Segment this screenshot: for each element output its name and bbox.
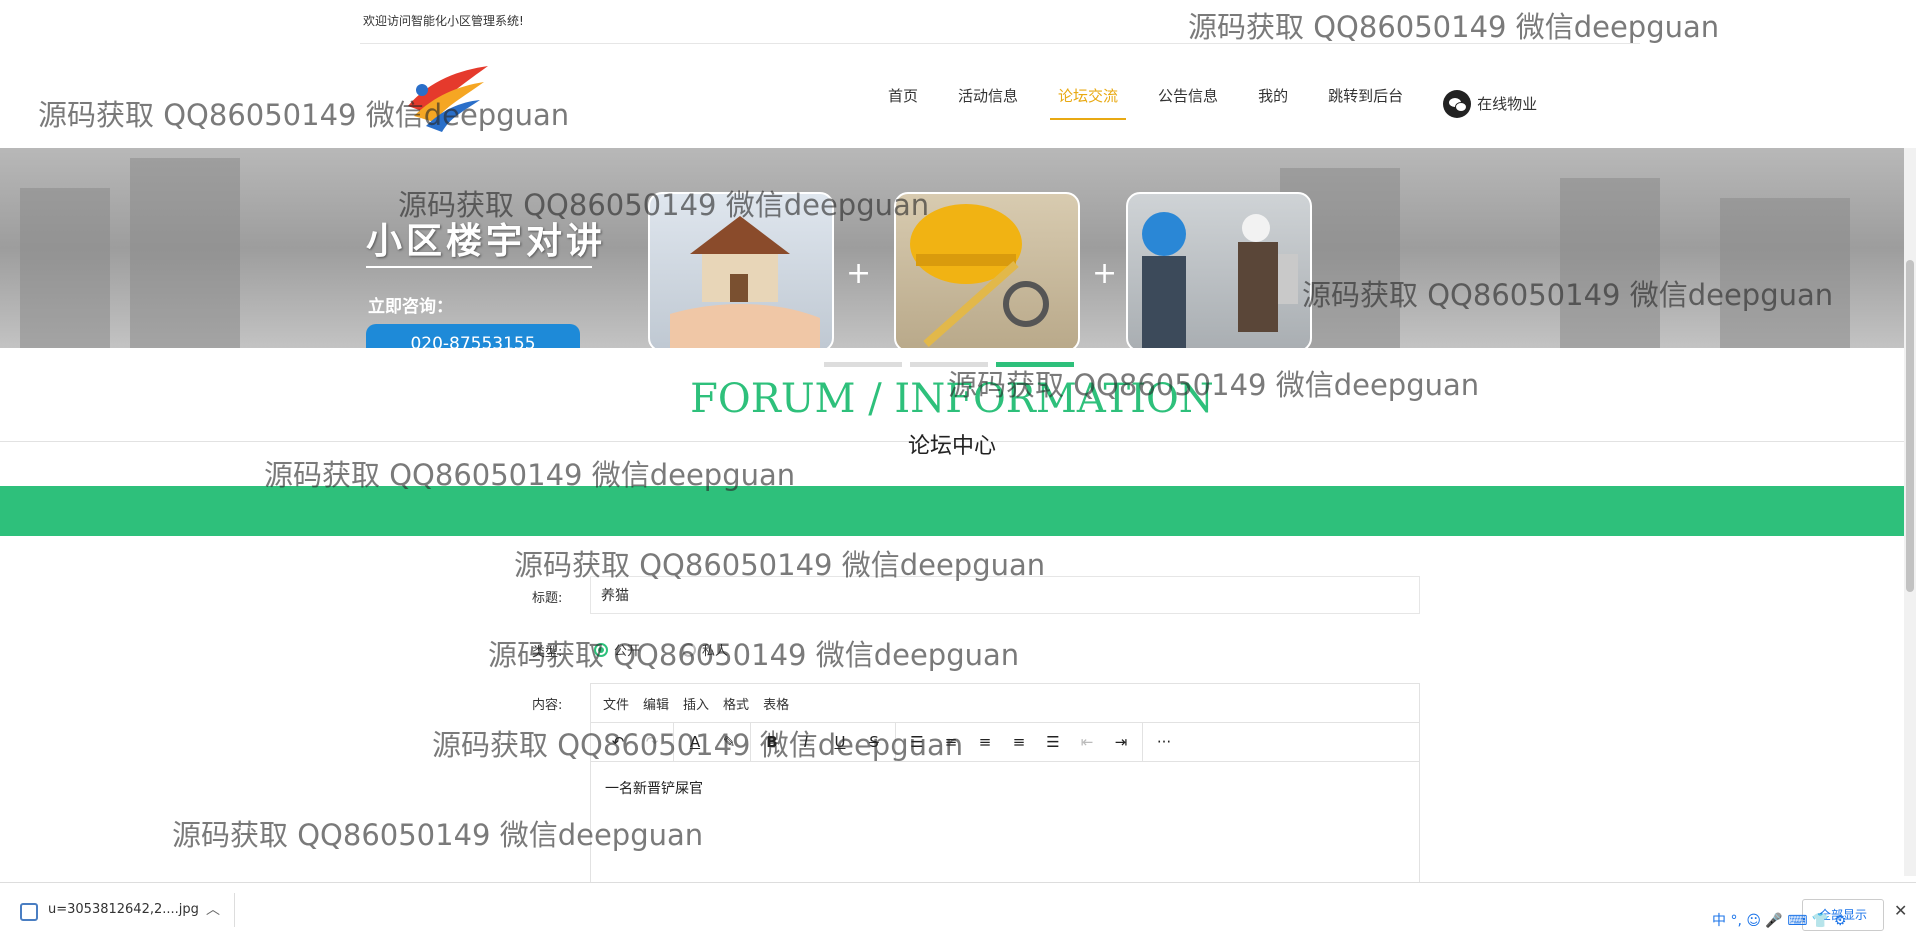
main-nav: 首页 活动信息 论坛交流 公告信息 我的 跳转到后台 在线物业 [868, 84, 1557, 124]
type-private-label: 私人 [702, 644, 729, 659]
welcome-text: 欢迎访问智能化小区管理系统! [363, 14, 524, 28]
banner-house-image [648, 192, 834, 348]
banner-phone: 020-87553155 [366, 324, 580, 348]
banner-divider [366, 266, 592, 268]
divider [234, 893, 235, 927]
nav-home[interactable]: 首页 [868, 84, 938, 124]
banner-consult-label: 立即咨询： [368, 297, 453, 317]
scrollbar-thumb[interactable] [1906, 260, 1914, 592]
menu-table[interactable]: 表格 [763, 694, 789, 713]
underline-icon[interactable]: U [823, 733, 857, 751]
radio-unchecked-icon [682, 642, 696, 657]
banner-building-shape [130, 158, 240, 348]
toolbar-separator [1142, 723, 1143, 761]
nav-notice[interactable]: 公告信息 [1138, 84, 1238, 124]
title-label: 标题: [532, 591, 563, 606]
section-green-bar [0, 486, 1904, 536]
download-bar: u=3053812642,2....jpg ︿ 全部显示 ✕ [0, 882, 1916, 937]
banner-worker-image [1126, 192, 1312, 348]
image-file-icon [20, 903, 38, 921]
title-input[interactable] [590, 576, 1420, 614]
strikethrough-icon[interactable]: S [857, 733, 891, 751]
toolbar-separator [895, 723, 896, 761]
carousel-dot-active[interactable] [996, 362, 1074, 367]
banner-carousel[interactable]: 小区楼宇对讲 立即咨询： 020-87553155 + + [0, 148, 1904, 348]
type-private-radio[interactable]: 私人 [682, 640, 728, 659]
menu-edit[interactable]: 编辑 [643, 694, 669, 713]
top-bar: 欢迎访问智能化小区管理系统! [360, 0, 1640, 44]
site-logo[interactable] [400, 60, 492, 140]
download-filename[interactable]: u=3053812642,2....jpg [48, 902, 199, 917]
wechat-icon [1443, 90, 1472, 118]
nav-mine[interactable]: 我的 [1238, 84, 1308, 124]
nav-activity[interactable]: 活动信息 [938, 84, 1038, 124]
forum-title-zh: 论坛中心 [907, 434, 996, 459]
banner-building-shape [1560, 178, 1660, 348]
toolbar-separator [750, 723, 751, 761]
banner-title: 小区楼宇对讲 [366, 221, 607, 262]
italic-icon[interactable]: I [789, 733, 823, 751]
house-hand-image [670, 216, 820, 348]
carousel-dot[interactable] [824, 362, 902, 367]
watermark-text: 源码获取 QQ86050149 微信deepguan [488, 638, 1020, 672]
nav-forum[interactable]: 论坛交流 [1038, 84, 1138, 124]
banner-tools-image [894, 192, 1080, 348]
editor-toolbar: ↶ ↷ A ✎ B I U S ☰ ≡ ≡ ≡ ☰ ⇤ ⇥ ··· [591, 723, 1419, 762]
close-icon[interactable]: ✕ [1894, 901, 1907, 920]
redo-icon[interactable]: ↷ [635, 733, 669, 751]
align-left-icon[interactable]: ≡ [934, 733, 968, 751]
editor-content[interactable]: 一名新晋铲屎官 [591, 762, 1419, 814]
highlight-icon[interactable]: ✎ [712, 733, 746, 751]
type-public-radio[interactable]: 公开 [594, 640, 640, 659]
helmet-tools-image [910, 204, 1049, 347]
banner-building-shape [1720, 198, 1850, 348]
bold-icon[interactable]: B [755, 733, 789, 751]
page-scrollbar[interactable] [1904, 148, 1916, 876]
indent-icon[interactable]: ⇥ [1104, 733, 1138, 751]
menu-file[interactable]: 文件 [603, 694, 629, 713]
toolbar-separator [673, 723, 674, 761]
chevron-up-icon[interactable]: ︿ [206, 899, 220, 919]
type-label: 类型: [532, 645, 563, 660]
site-header: 首页 活动信息 论坛交流 公告信息 我的 跳转到后台 在线物业 [0, 44, 1904, 148]
menu-format[interactable]: 格式 [723, 694, 749, 713]
worker-image [1142, 212, 1298, 348]
ime-toolbar[interactable]: 中 °, ☺ 🎤 ⌨ 👕 ⚙ [1712, 910, 1846, 930]
outdent-icon[interactable]: ⇤ [1070, 733, 1104, 751]
logo-icon [408, 66, 488, 132]
banner-building-shape [20, 188, 110, 348]
align-center-icon[interactable]: ≡ [968, 733, 1002, 751]
align-right-icon[interactable]: ≡ [1002, 733, 1036, 751]
carousel-dot[interactable] [910, 362, 988, 367]
more-icon[interactable]: ··· [1147, 733, 1181, 751]
rich-text-editor: 文件 编辑 插入 格式 表格 ↶ ↷ A ✎ B I U S ☰ ≡ ≡ ≡ ☰… [590, 683, 1420, 883]
banner-plus: + [1092, 256, 1118, 291]
align-justify-icon[interactable]: ☰ [900, 733, 934, 751]
menu-insert[interactable]: 插入 [683, 694, 709, 713]
undo-icon[interactable]: ↶ [601, 733, 635, 751]
text-color-icon[interactable]: A [678, 733, 712, 751]
align-full-icon[interactable]: ☰ [1036, 733, 1070, 751]
carousel-indicators [824, 362, 1074, 367]
radio-checked-icon [594, 642, 608, 657]
editor-menubar: 文件 编辑 插入 格式 表格 [591, 684, 1419, 723]
content-label: 内容: [532, 698, 563, 713]
type-public-label: 公开 [614, 644, 641, 659]
banner-plus: + [846, 256, 872, 291]
online-service-link[interactable]: 在线物业 [1423, 84, 1557, 124]
forum-title-en: FORUM / INFORMATION [690, 376, 1214, 422]
online-service-label: 在线物业 [1477, 95, 1538, 113]
nav-admin[interactable]: 跳转到后台 [1308, 84, 1423, 124]
